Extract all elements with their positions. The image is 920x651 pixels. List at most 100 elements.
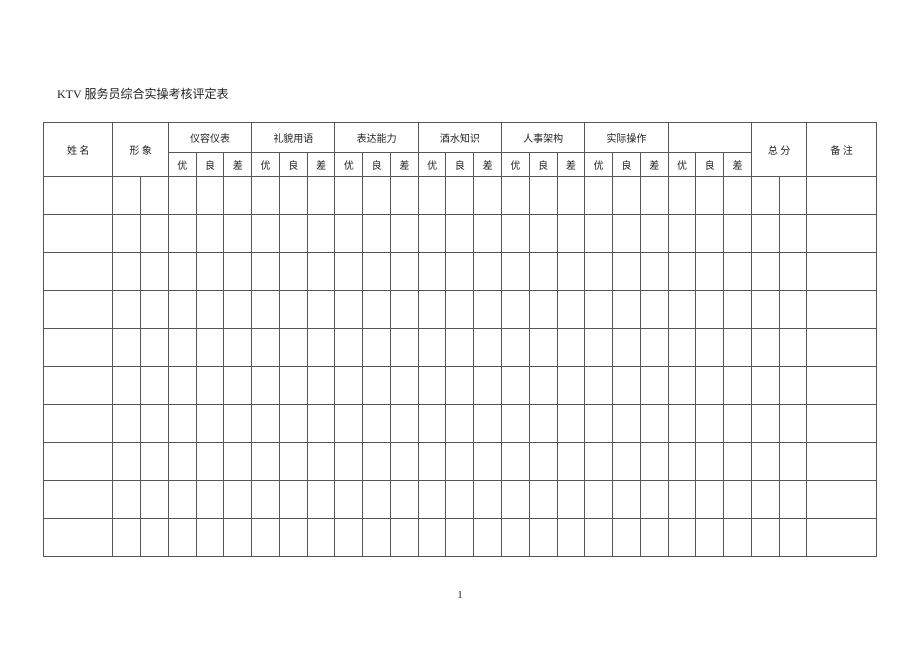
empty-cell (696, 177, 724, 215)
empty-cell (585, 443, 613, 481)
empty-cell (474, 443, 502, 481)
hdr-image: 形 象 (113, 123, 169, 177)
empty-cell (585, 405, 613, 443)
empty-cell (279, 291, 307, 329)
empty-cell (696, 519, 724, 557)
hdr-name: 姓 名 (44, 123, 113, 177)
empty-cell (418, 405, 446, 443)
empty-cell (390, 329, 418, 367)
empty-cell (44, 329, 113, 367)
sub-grade: 良 (363, 153, 391, 177)
table-body (44, 177, 877, 557)
empty-cell (390, 519, 418, 557)
empty-cell (307, 215, 335, 253)
sub-grade: 良 (279, 153, 307, 177)
table-row (44, 177, 877, 215)
empty-cell (807, 291, 877, 329)
empty-cell (724, 215, 752, 253)
empty-cell (335, 291, 363, 329)
empty-cell (474, 367, 502, 405)
empty-cell (557, 443, 585, 481)
empty-cell (279, 519, 307, 557)
empty-cell (724, 519, 752, 557)
empty-cell (529, 367, 557, 405)
empty-cell (502, 253, 530, 291)
empty-cell (418, 329, 446, 367)
empty-cell (640, 519, 668, 557)
empty-cell (668, 215, 696, 253)
empty-cell (474, 291, 502, 329)
empty-cell (252, 367, 280, 405)
sub-grade: 差 (640, 153, 668, 177)
empty-cell (168, 177, 196, 215)
empty-cell (640, 481, 668, 519)
empty-cell (252, 253, 280, 291)
empty-cell (335, 177, 363, 215)
empty-cell (640, 253, 668, 291)
empty-cell (307, 481, 335, 519)
empty-cell (363, 291, 391, 329)
empty-cell (474, 215, 502, 253)
empty-cell (335, 329, 363, 367)
empty-cell (196, 443, 224, 481)
empty-cell (585, 329, 613, 367)
empty-cell (168, 329, 196, 367)
empty-cell (779, 519, 807, 557)
empty-cell (529, 253, 557, 291)
empty-cell (557, 253, 585, 291)
empty-cell (751, 443, 779, 481)
empty-cell (168, 291, 196, 329)
empty-cell (529, 405, 557, 443)
empty-cell (252, 519, 280, 557)
empty-cell (168, 481, 196, 519)
empty-cell (446, 177, 474, 215)
empty-cell (751, 253, 779, 291)
empty-cell (807, 519, 877, 557)
empty-cell (390, 405, 418, 443)
empty-cell (113, 481, 141, 519)
sub-grade: 优 (252, 153, 280, 177)
sub-grade: 良 (696, 153, 724, 177)
empty-cell (390, 291, 418, 329)
empty-cell (196, 367, 224, 405)
empty-cell (585, 177, 613, 215)
empty-cell (363, 253, 391, 291)
empty-cell (252, 405, 280, 443)
empty-cell (335, 481, 363, 519)
table-row (44, 329, 877, 367)
empty-cell (363, 367, 391, 405)
empty-cell (168, 253, 196, 291)
empty-cell (307, 367, 335, 405)
sub-grade: 良 (529, 153, 557, 177)
empty-cell (141, 329, 169, 367)
empty-cell (502, 177, 530, 215)
empty-cell (613, 481, 641, 519)
empty-cell (307, 329, 335, 367)
empty-cell (613, 405, 641, 443)
empty-cell (751, 329, 779, 367)
hdr-politeness: 礼貌用语 (252, 123, 335, 153)
empty-cell (113, 405, 141, 443)
empty-cell (668, 481, 696, 519)
sub-grade: 优 (335, 153, 363, 177)
sub-grade: 差 (724, 153, 752, 177)
empty-cell (279, 443, 307, 481)
empty-cell (307, 177, 335, 215)
empty-cell (446, 291, 474, 329)
empty-cell (557, 215, 585, 253)
empty-cell (113, 367, 141, 405)
empty-cell (446, 481, 474, 519)
empty-cell (252, 177, 280, 215)
empty-cell (390, 367, 418, 405)
empty-cell (141, 519, 169, 557)
empty-cell (668, 177, 696, 215)
empty-cell (724, 253, 752, 291)
empty-cell (474, 329, 502, 367)
empty-cell (363, 329, 391, 367)
empty-cell (751, 177, 779, 215)
empty-cell (779, 329, 807, 367)
empty-cell (113, 519, 141, 557)
empty-cell (529, 329, 557, 367)
empty-cell (640, 405, 668, 443)
empty-cell (363, 405, 391, 443)
